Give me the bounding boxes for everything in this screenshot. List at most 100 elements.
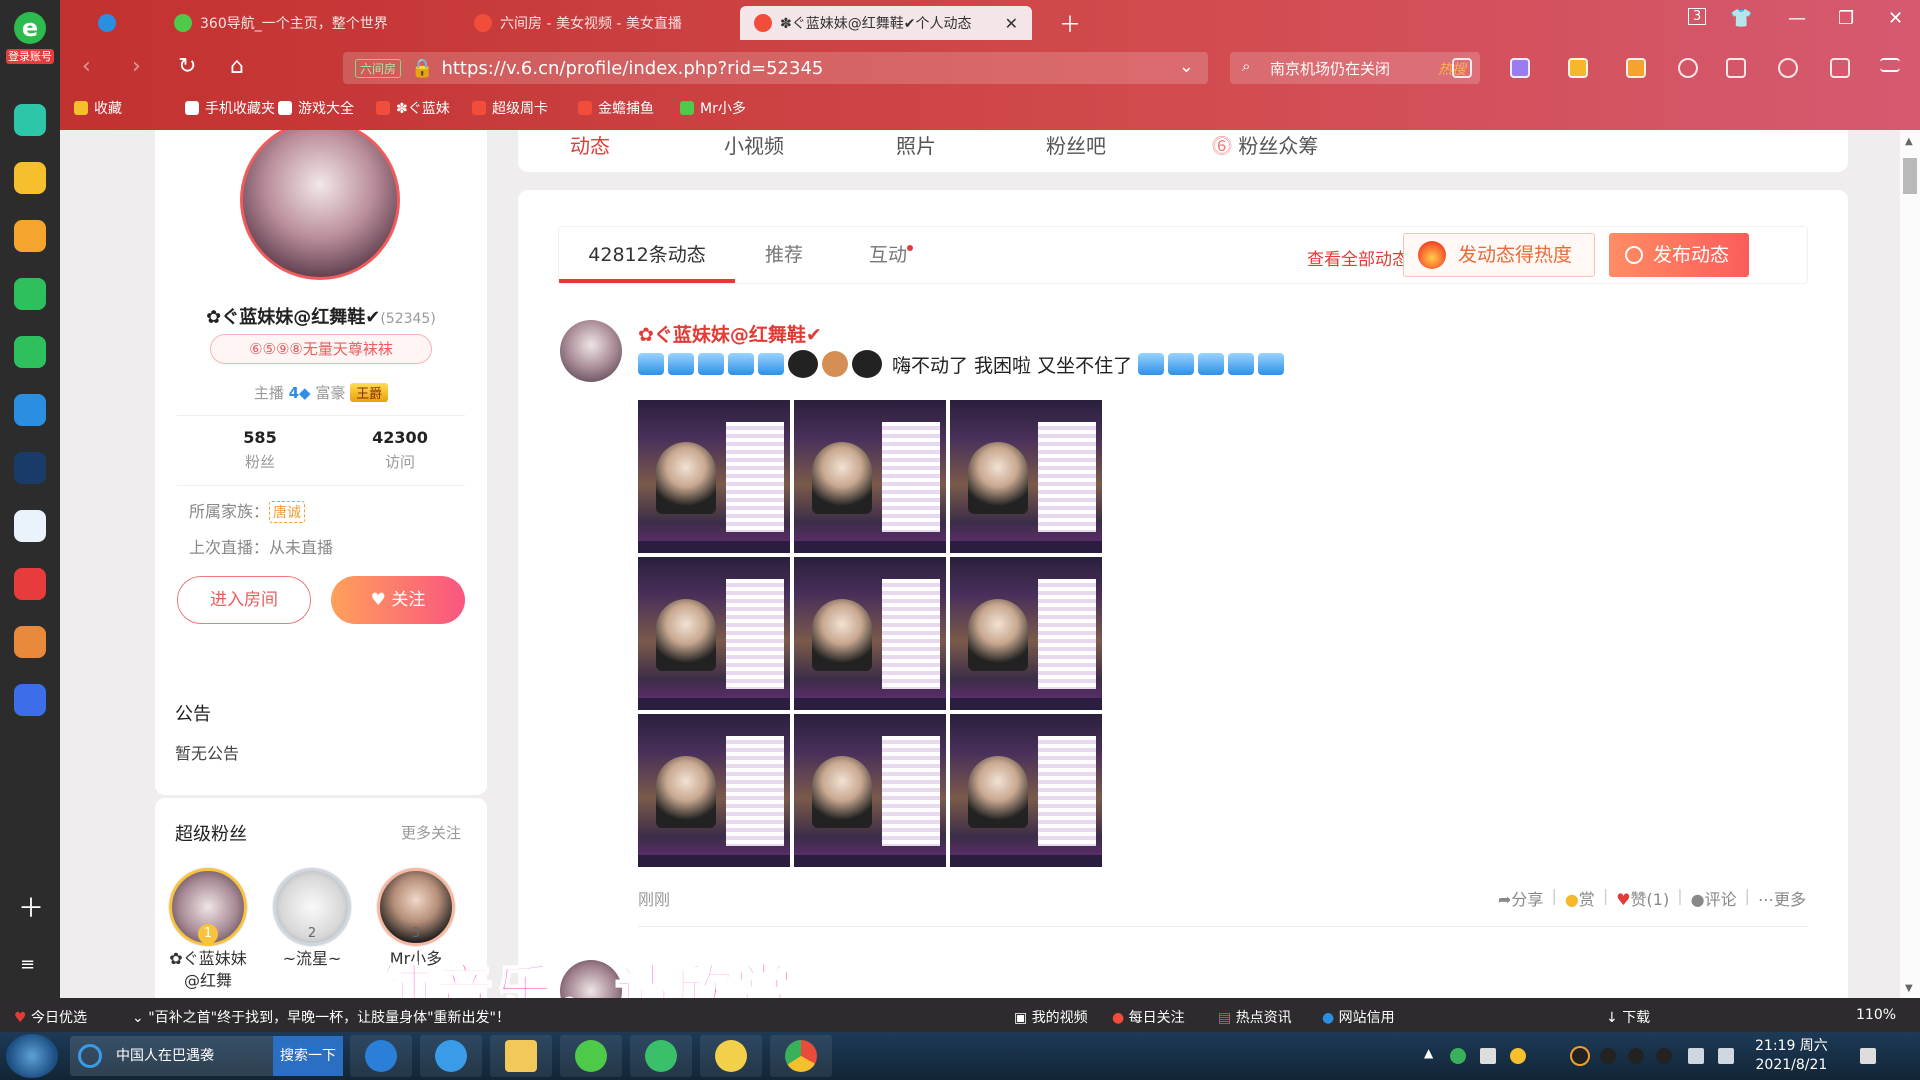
fans-stat[interactable]: 585 粉丝 xyxy=(200,428,320,472)
post-image[interactable] xyxy=(950,714,1102,867)
post-image[interactable] xyxy=(794,557,946,710)
back-button[interactable]: ‹ xyxy=(82,54,91,79)
bookmark-fishing[interactable]: 金蟾捕鱼 xyxy=(578,98,654,118)
bookmark-favorites[interactable]: 收藏 xyxy=(74,98,122,118)
tab-dynamics[interactable]: 动态 xyxy=(570,130,610,159)
enter-room-button[interactable]: 进入房间 xyxy=(177,576,311,624)
my-video[interactable]: ▣ 我的视频 xyxy=(1014,1007,1088,1027)
search-input[interactable]: ⌕ 南京机场仍在关闭 热搜 xyxy=(1230,52,1480,84)
coin-icon[interactable] xyxy=(1568,58,1588,78)
taskbar-app-360[interactable] xyxy=(560,1035,622,1077)
close-icon[interactable]: ✕ xyxy=(1005,14,1018,33)
login-button[interactable]: e 登录账号 xyxy=(2,10,58,74)
bookmark-6cn[interactable]: ✽ぐ蓝妹 xyxy=(376,98,450,118)
tab-crowdfund[interactable]: ⓺ 粉丝众筹 xyxy=(1212,130,1318,159)
game-icon[interactable] xyxy=(1626,58,1646,78)
redbook-icon[interactable] xyxy=(14,568,46,600)
qq-icon[interactable] xyxy=(1656,1048,1672,1064)
tab-fan-bar[interactable]: 粉丝吧 xyxy=(1046,130,1106,159)
post-for-heat-button[interactable]: 发动态得热度 xyxy=(1403,233,1595,277)
volume-icon[interactable] xyxy=(1718,1048,1734,1064)
post-avatar[interactable] xyxy=(560,320,622,382)
mail-icon[interactable] xyxy=(14,278,46,310)
fan-item[interactable]: 1 ✿ぐ蓝妹妹@红舞 xyxy=(163,868,253,992)
qq-icon[interactable] xyxy=(1572,1048,1588,1064)
tab-all-posts[interactable]: 42812条动态 xyxy=(559,227,735,283)
network-icon[interactable] xyxy=(1688,1048,1704,1064)
tab-short-video[interactable]: 小视频 xyxy=(724,130,784,159)
bookmark-mobile[interactable]: 手机收藏夹 xyxy=(185,98,275,118)
weibo-icon[interactable] xyxy=(14,220,46,252)
zoom-level[interactable]: 110% xyxy=(1856,1007,1896,1023)
post-image[interactable] xyxy=(950,400,1102,553)
qq-icon[interactable] xyxy=(1600,1048,1616,1064)
refresh-button[interactable]: ↻ xyxy=(178,54,196,79)
start-button[interactable] xyxy=(6,1034,58,1078)
chevron-down-icon[interactable]: ⌄ xyxy=(1179,56,1194,77)
tab-count[interactable]: 3 xyxy=(1688,8,1707,25)
post-image[interactable] xyxy=(638,400,790,553)
post-image[interactable] xyxy=(638,557,790,710)
taskbar-app-k[interactable] xyxy=(350,1035,412,1077)
tray-expand-icon[interactable]: ▲ xyxy=(1424,1046,1433,1060)
follow-button[interactable]: ♥ 关注 xyxy=(331,576,465,624)
bookmark-weekly-card[interactable]: 超级周卡 xyxy=(472,98,548,118)
bookmark-mr-xiaoduo[interactable]: Mr小多 xyxy=(680,98,746,118)
like-button[interactable]: ♥赞(1) xyxy=(1616,886,1669,910)
taskbar-app-chrome[interactable] xyxy=(770,1035,832,1077)
taskbar-ie-news[interactable]: 中国人在巴遇袭 xyxy=(70,1036,275,1076)
find-icon[interactable] xyxy=(1678,58,1698,78)
download-button[interactable]: ↓ 下载 xyxy=(1606,1007,1650,1027)
add-icon[interactable]: ＋ xyxy=(18,888,44,925)
home-button[interactable]: ⌂ xyxy=(230,54,244,79)
tab-profile[interactable]: ✽ぐ蓝妹妹@红舞鞋✔个人动态 ✕ xyxy=(740,6,1032,40)
minimize-button[interactable]: — xyxy=(1788,8,1806,29)
tray-app-icon[interactable] xyxy=(1510,1048,1526,1064)
qq-icon[interactable] xyxy=(1628,1048,1644,1064)
tab-recommend[interactable]: 推荐 xyxy=(765,227,803,283)
plugin-icon[interactable] xyxy=(14,104,46,136)
today-picks[interactable]: ♥ 今日优选 xyxy=(14,1007,87,1027)
tab-360nav[interactable]: 360导航_一个主页，整个世界 xyxy=(160,6,440,40)
menu-icon[interactable] xyxy=(1880,58,1900,72)
tab-6cn[interactable]: 六间房 - 美女视频 - 美女直播 xyxy=(460,6,730,40)
translate-icon[interactable] xyxy=(1510,58,1530,78)
game-app2-icon[interactable] xyxy=(14,684,46,716)
cut-icon[interactable] xyxy=(1452,58,1472,78)
fan-item[interactable]: 2 ~流星~ xyxy=(267,868,357,970)
news-ticker[interactable]: ⌄ "百补之首"终于找到，早晚一杯，让肢量身体"重新出发"！ xyxy=(132,1007,510,1027)
post-image[interactable] xyxy=(638,714,790,867)
undo-icon[interactable] xyxy=(1830,58,1850,78)
pay-icon[interactable] xyxy=(14,394,46,426)
more-button[interactable]: ⋯更多 xyxy=(1758,886,1806,910)
maximize-button[interactable]: ❐ xyxy=(1838,8,1854,29)
taskbar-search-button[interactable]: 搜索一下 xyxy=(273,1036,343,1076)
comment-button[interactable]: ●评论 xyxy=(1691,886,1737,910)
skin-icon[interactable]: 👕 xyxy=(1730,8,1752,29)
more-follows-link[interactable]: 更多关注 xyxy=(401,822,461,843)
hot-news[interactable]: ▤ 热点资讯 xyxy=(1218,1007,1292,1027)
list-icon[interactable]: ≡ xyxy=(20,954,35,975)
family-badge[interactable]: 唐诚 xyxy=(269,501,306,523)
new-tab-button[interactable]: ＋ xyxy=(1045,6,1095,40)
avatar[interactable] xyxy=(240,130,400,280)
security-icon[interactable] xyxy=(1450,1048,1466,1064)
taskbar-app-explorer[interactable] xyxy=(490,1035,552,1077)
notification-icon[interactable] xyxy=(1860,1048,1876,1064)
page-scrollbar[interactable]: ▲ ▼ xyxy=(1900,130,1920,998)
daily-follow[interactable]: ● 每日关注 xyxy=(1112,1007,1185,1027)
taskbar-app-game[interactable] xyxy=(700,1035,762,1077)
share-button[interactable]: ➦分享 xyxy=(1498,886,1543,910)
notes-icon[interactable] xyxy=(1480,1048,1496,1064)
tab-photos[interactable]: 照片 xyxy=(896,130,936,159)
game-app-icon[interactable] xyxy=(14,626,46,658)
forward-button[interactable]: › xyxy=(132,54,141,79)
favorite-star-icon[interactable] xyxy=(14,162,46,194)
taskbar-app-player[interactable] xyxy=(630,1035,692,1077)
taskbar-app-ie[interactable] xyxy=(420,1035,482,1077)
tab-interact[interactable]: 互动 xyxy=(869,227,914,283)
brightness-icon[interactable] xyxy=(1778,58,1798,78)
site-credit[interactable]: ● 网站信用 xyxy=(1322,1007,1395,1027)
news-icon[interactable] xyxy=(14,452,46,484)
scrollbar-thumb[interactable] xyxy=(1903,158,1917,194)
